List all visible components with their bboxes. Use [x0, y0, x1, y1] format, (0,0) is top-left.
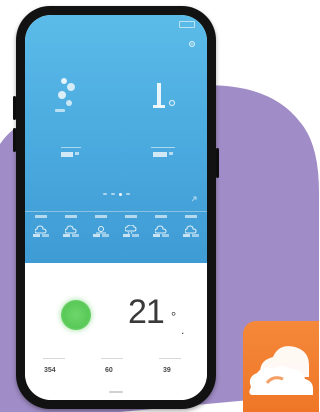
current-temperature: 21 [128, 293, 165, 331]
phone-screen: 21 ° . 354 60 39 [25, 15, 207, 400]
humidity-reading-graphic [153, 83, 176, 108]
weather-sky-panel [25, 15, 207, 263]
stat-label-line [101, 358, 123, 359]
page-dot[interactable] [110, 193, 115, 195]
air-quality-card[interactable]: 21 ° . 354 60 39 [25, 263, 207, 400]
forecast-day-label-graphic [35, 215, 47, 218]
forecast-day-label-graphic [65, 215, 77, 218]
power-button [216, 148, 219, 178]
forecast-day-label-graphic [155, 215, 167, 218]
rain-icon [125, 225, 137, 234]
page-dot[interactable] [102, 193, 107, 195]
home-indicator[interactable] [109, 391, 123, 393]
stat-value-1: 354 [44, 367, 56, 374]
page-dot[interactable] [125, 193, 130, 195]
volume-up-button [13, 96, 16, 120]
forecast-temp-graphic [93, 234, 109, 237]
stat-label-line [159, 358, 181, 359]
status-bar [25, 20, 207, 30]
stat-value-2: 60 [105, 367, 113, 374]
share-icon[interactable] [191, 189, 197, 202]
wind-icon [55, 78, 75, 112]
forecast-day[interactable] [117, 215, 145, 255]
left-caption-line [61, 147, 81, 148]
forecast-divider [25, 211, 207, 212]
cloud-icon [185, 225, 197, 234]
forecast-day-label-graphic [125, 215, 137, 218]
cloud-sun-icon [249, 346, 313, 395]
temperature-unit: ° [171, 309, 177, 324]
temperature-suffix: . [181, 323, 185, 337]
forecast-temp-graphic [123, 234, 139, 237]
page-indicator[interactable] [25, 191, 207, 197]
promo-stage: 21 ° . 354 60 39 [0, 0, 319, 412]
left-caption-text-graphic [61, 152, 79, 157]
cloud-icon [155, 225, 167, 234]
battery-icon [179, 21, 195, 28]
forecast-day[interactable] [147, 215, 175, 255]
forecast-day[interactable] [87, 215, 115, 255]
gear-icon [189, 41, 195, 47]
page-dot-active[interactable] [118, 192, 122, 196]
cloud-icon [35, 225, 47, 234]
forecast-temp-graphic [33, 234, 49, 237]
cloud-icon [65, 225, 77, 234]
stat-value-3: 39 [163, 367, 171, 374]
stat-label-line [43, 358, 65, 359]
right-caption-line [151, 147, 175, 148]
forecast-day[interactable] [27, 215, 55, 255]
forecast-day[interactable] [57, 215, 85, 255]
forecast-day-label-graphic [95, 215, 107, 218]
air-quality-indicator[interactable] [61, 300, 91, 330]
phone-mockup: 21 ° . 354 60 39 [13, 6, 219, 409]
settings-button[interactable] [187, 39, 197, 49]
forecast-temp-graphic [183, 234, 199, 237]
right-caption-text-graphic [153, 152, 173, 157]
volume-down-button [13, 128, 16, 152]
sun-cloud-icon [96, 226, 106, 234]
forecast-day-label-graphic [185, 215, 197, 218]
forecast-day[interactable] [177, 215, 205, 255]
forecast-strip [27, 215, 205, 255]
forecast-temp-graphic [63, 234, 79, 237]
app-icon[interactable] [243, 321, 319, 412]
forecast-temp-graphic [153, 234, 169, 237]
